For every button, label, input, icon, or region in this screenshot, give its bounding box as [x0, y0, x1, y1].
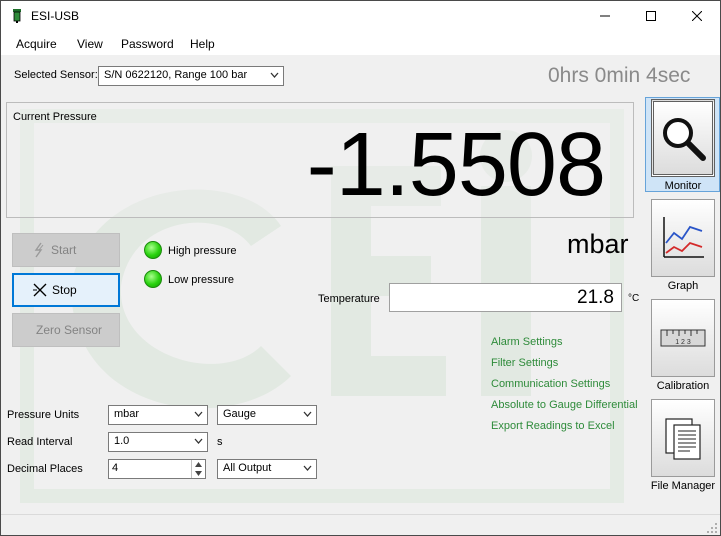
- maximize-button[interactable]: [628, 1, 674, 31]
- high-pressure-led: [144, 241, 162, 259]
- monitor-nav-label: Monitor: [664, 180, 702, 192]
- output-select-value: All Output: [223, 462, 272, 474]
- low-pressure-label: Low pressure: [168, 274, 235, 286]
- temperature-value: 21.8: [577, 287, 614, 308]
- alarm-settings-link[interactable]: Alarm Settings: [491, 336, 563, 348]
- read-interval-value: 1.0: [114, 435, 130, 447]
- graph-nav-button[interactable]: [651, 199, 715, 277]
- close-button[interactable]: [674, 1, 720, 31]
- sensor-select-value: S/N 0622120, Range 100 bar: [104, 69, 248, 81]
- selected-sensor-label: Selected Sensor:: [14, 69, 98, 81]
- stop-button[interactable]: Stop: [12, 273, 120, 307]
- ruler-numbers: 1 2 3: [675, 339, 691, 346]
- temperature-unit: °C: [628, 293, 640, 304]
- current-pressure-panel: Current Pressure -1.5508: [6, 102, 634, 218]
- close-icon: [692, 11, 702, 21]
- read-interval-unit: s: [217, 436, 223, 448]
- chevron-down-icon: [194, 438, 203, 444]
- menu-password[interactable]: Password: [121, 37, 174, 51]
- app-icon: [13, 9, 21, 23]
- pressure-units-label: Pressure Units: [7, 409, 80, 421]
- stop-x-icon: [33, 283, 47, 297]
- status-bar: [1, 514, 720, 535]
- file-manager-nav-button[interactable]: [651, 399, 715, 477]
- menu-acquire[interactable]: Acquire: [16, 37, 57, 51]
- sensor-select[interactable]: S/N 0622120, Range 100 bar: [98, 66, 284, 86]
- chevron-down-icon: [194, 411, 203, 417]
- menu-bar: Acquire View Password Help: [1, 31, 720, 56]
- maximize-icon: [646, 11, 656, 21]
- chevron-down-icon: [270, 72, 279, 78]
- temperature-label: Temperature: [318, 293, 380, 305]
- minimize-button[interactable]: [582, 1, 628, 31]
- filter-settings-link[interactable]: Filter Settings: [491, 357, 558, 369]
- start-button-label: Start: [51, 243, 77, 257]
- spin-down-button[interactable]: [192, 469, 205, 478]
- calibration-nav-button[interactable]: 1 2 3: [651, 299, 715, 377]
- spin-up-button[interactable]: [192, 460, 205, 469]
- pressure-mode-select[interactable]: Gauge: [217, 405, 317, 425]
- minimize-icon: [600, 15, 610, 17]
- pressure-units-value: mbar: [114, 408, 140, 420]
- calibration-nav-label: Calibration: [656, 380, 710, 392]
- menu-help[interactable]: Help: [190, 37, 215, 51]
- export-to-excel-link[interactable]: Export Readings to Excel: [491, 420, 615, 432]
- app-window: ESI-USB Acquire View Password Help Selec…: [0, 0, 721, 536]
- title-bar: ESI-USB: [1, 1, 720, 31]
- menu-view[interactable]: View: [77, 37, 103, 51]
- file-manager-nav-label: File Manager: [650, 480, 716, 492]
- chevron-down-icon: [303, 465, 312, 471]
- resize-grip-icon[interactable]: [706, 522, 718, 534]
- chevron-down-icon: [303, 411, 312, 417]
- lightning-icon: [34, 242, 44, 258]
- graph-nav-label: Graph: [667, 280, 699, 292]
- output-select[interactable]: All Output: [217, 459, 317, 479]
- monitor-nav-button[interactable]: [651, 99, 715, 177]
- pressure-units-select[interactable]: mbar: [108, 405, 208, 425]
- elapsed-time: 0hrs 0min 4sec: [548, 64, 691, 87]
- zero-sensor-button[interactable]: Zero Sensor: [12, 313, 120, 347]
- main-panel: Selected Sensor: S/N 0622120, Range 100 …: [1, 56, 720, 514]
- low-pressure-led: [144, 270, 162, 288]
- chevron-up-icon: [195, 462, 202, 467]
- decimal-places-value: 4: [112, 462, 119, 474]
- graph-icon: [663, 217, 704, 258]
- read-interval-label: Read Interval: [7, 436, 73, 448]
- current-pressure-value: -1.5508: [306, 115, 606, 215]
- decimal-places-spinner[interactable]: 4: [108, 459, 206, 479]
- spinner-buttons: [191, 460, 205, 478]
- pressure-mode-value: Gauge: [223, 408, 257, 420]
- start-button[interactable]: Start: [12, 233, 120, 267]
- absolute-to-gauge-link[interactable]: Absolute to Gauge Differential: [491, 399, 638, 411]
- read-interval-select[interactable]: 1.0: [108, 432, 208, 452]
- pressure-unit-label: mbar: [567, 229, 629, 259]
- current-pressure-label: Current Pressure: [13, 111, 97, 123]
- stop-button-label: Stop: [52, 283, 77, 297]
- zero-sensor-button-label: Zero Sensor: [36, 323, 103, 337]
- decimal-places-label: Decimal Places: [7, 463, 83, 475]
- temperature-value-box: 21.8: [389, 283, 622, 312]
- window-title: ESI-USB: [31, 9, 80, 23]
- chevron-down-icon: [195, 471, 202, 476]
- high-pressure-label: High pressure: [168, 245, 237, 257]
- documents-icon: [665, 418, 701, 460]
- ruler-icon: 1 2 3: [660, 329, 706, 347]
- communication-settings-link[interactable]: Communication Settings: [491, 378, 610, 390]
- magnifier-icon: [663, 118, 706, 161]
